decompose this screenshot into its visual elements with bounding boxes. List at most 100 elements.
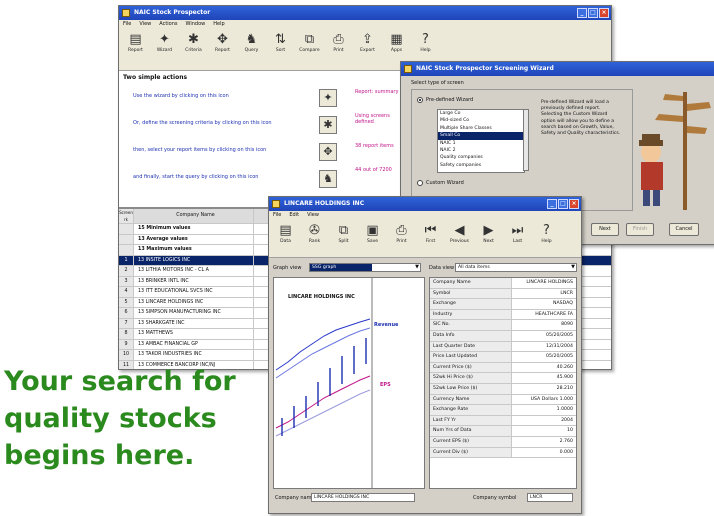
toolbar-button-query[interactable]: ♞ Query [238, 29, 265, 70]
company-menu-edit[interactable]: Edit [289, 211, 299, 220]
company-maximize-button[interactable]: □ [558, 199, 568, 209]
screen-list-item[interactable]: NAIC 2 [438, 147, 524, 154]
data-field-row[interactable]: Current EPS ($) 2.760 [430, 436, 576, 448]
screen-list-item[interactable]: NAIC 1 [438, 140, 524, 147]
header-screen-rank[interactable]: Screen rk [119, 209, 134, 223]
data-field-row[interactable]: Data Info 05/20/2005 [430, 330, 576, 342]
graph-view-select[interactable]: SSG graph ▼ [309, 263, 421, 272]
data-view-select[interactable]: All data items ▼ [455, 263, 577, 272]
radio-predefined[interactable]: Pre-defined Wizard [417, 97, 473, 103]
chevron-down-icon: ▼ [571, 264, 575, 270]
data-field-value: USA Dollars 1.000 [512, 394, 576, 405]
toolbar-button-split[interactable]: ⧉ Split [330, 220, 357, 257]
data-field-row[interactable]: 52wk Hi Price ($) 45.900 [430, 373, 576, 384]
toolbar-button-rank[interactable]: ✇ Rank [301, 220, 328, 257]
toolbar-button-wizard[interactable]: ✦ Wizard [151, 29, 178, 70]
toolbar-button-label: Save [366, 239, 379, 244]
toolbar-button-report[interactable]: ✥ Report [209, 29, 236, 70]
company-menubar: File Edit View [269, 211, 581, 220]
radio-custom[interactable]: Custom Wizard [417, 180, 464, 186]
print-icon: ⎙ [396, 223, 407, 238]
step-icon-button[interactable]: ✥ [319, 143, 337, 161]
screen-list-scrollbar[interactable] [523, 109, 529, 171]
screen-list-item[interactable]: Multiple Share Classes [438, 125, 524, 132]
company-name-field[interactable]: LINCARE HOLDINGS INC [311, 493, 415, 502]
menu-actions[interactable]: Actions [159, 20, 177, 29]
toolbar-button-data[interactable]: ▤ Data [272, 220, 299, 257]
data-field-row[interactable]: Last FY Yr 2004 [430, 415, 576, 427]
toolbar-button-help[interactable]: ? Help [533, 220, 560, 257]
close-button[interactable]: × [599, 8, 609, 18]
data-field-row[interactable]: Price Last Updated 05/20/2005 [430, 352, 576, 363]
data-field-row[interactable]: Company Name LINCARE HOLDINGS [430, 278, 576, 289]
header-company-name[interactable]: Company Name [134, 209, 254, 223]
wizard-finish-button[interactable]: Finish [626, 223, 654, 236]
company-menu-view[interactable]: View [307, 211, 319, 220]
toolbar-button-criteria[interactable]: ✱ Criteria [180, 29, 207, 70]
company-titlebar[interactable]: LINCARE HOLDINGS INC _ □ × [269, 197, 581, 211]
wizard-titlebar[interactable]: NAIC Stock Prospector Screening Wizard [401, 62, 714, 76]
data-field-row[interactable]: Industry HEALTHCARE FA [430, 309, 576, 321]
data-field-label: Num Yrs of Data [430, 426, 512, 436]
screen-list-item[interactable]: Large Co [438, 110, 524, 117]
toolbar-button-print[interactable]: ⎙ Print [325, 29, 352, 70]
data-field-row[interactable]: Current Div ($) 0.000 [430, 447, 576, 459]
maximize-button[interactable]: □ [588, 8, 598, 18]
toolbar-button-save[interactable]: ▣ Save [359, 220, 386, 257]
data-field-row[interactable]: Exchange Rate 1.0000 [430, 405, 576, 416]
criteria-icon: ✱ [323, 118, 333, 131]
sort-icon: ⇅ [275, 32, 286, 47]
data-field-row[interactable]: Symbol LNCR [430, 288, 576, 300]
toolbar-button-print[interactable]: ⎙ Print [388, 220, 415, 257]
data-field-row[interactable]: Last Quarter Date 12/31/2004 [430, 341, 576, 353]
row-company-name: 13 MATTHEWS [134, 329, 254, 339]
toolbar-button-label: Wizard [156, 48, 173, 53]
data-field-row[interactable]: SIC No. 8090 [430, 320, 576, 331]
data-field-label: Industry [430, 309, 512, 320]
main-window-titlebar[interactable]: NAIC Stock Prospector _ □ × [119, 6, 611, 20]
step-icon-button[interactable]: ✦ [319, 89, 337, 107]
data-field-row[interactable]: Current Price ($) 40.260 [430, 362, 576, 374]
wizard-cancel-button[interactable]: Cancel [669, 223, 699, 236]
toolbar-button-previous[interactable]: ◀ Previous [446, 220, 473, 257]
toolbar-button-last[interactable]: ⏭ Last [504, 220, 531, 257]
screen-list-item[interactable]: Safety companies [438, 162, 524, 169]
data-field-row[interactable]: Num Yrs of Data 10 [430, 426, 576, 437]
symbol-field[interactable]: LNCR [527, 493, 573, 502]
toolbar-button-sort[interactable]: ⇅ Sort [267, 29, 294, 70]
wizard-icon: ✦ [159, 32, 170, 47]
screen-list-item[interactable]: Quality companies [438, 154, 524, 161]
company-menu-file[interactable]: File [273, 211, 281, 220]
data-field-row[interactable]: 52wk Low Price ($) 28.210 [430, 383, 576, 395]
data-field-row[interactable]: Exchange NASDAQ [430, 299, 576, 310]
toolbar-button-first[interactable]: ⏮ First [417, 220, 444, 257]
menu-view[interactable]: View [139, 20, 151, 29]
note-screens: Using screens defined [355, 113, 390, 125]
screen-list-item[interactable]: Small Co [438, 132, 524, 140]
screen-list[interactable]: Large Co Mid-sized Co Multiple Share Class… [437, 109, 525, 173]
wizard-app-icon [404, 65, 412, 73]
menu-window[interactable]: Window [186, 20, 206, 29]
wizard-next-button[interactable]: Next [591, 223, 619, 236]
company-minimize-button[interactable]: _ [547, 199, 557, 209]
criteria-icon: ✱ [188, 32, 199, 47]
company-close-button[interactable]: × [569, 199, 579, 209]
toolbar-button-report[interactable]: ▤ Report [122, 29, 149, 70]
screen-list-item[interactable]: Mid-sized Co [438, 117, 524, 124]
step-icon-button[interactable]: ♞ [319, 170, 337, 188]
company-window-controls: _ □ × [547, 199, 579, 209]
step-icon-button[interactable]: ✱ [319, 116, 337, 134]
toolbar-button-export[interactable]: ⇪ Export [354, 29, 381, 70]
data-field-row[interactable]: Currency Name USA Dollars 1.000 [430, 394, 576, 406]
menu-file[interactable]: File [123, 20, 131, 29]
query-icon: ♞ [323, 172, 333, 185]
toolbar-button-compare[interactable]: ⧉ Compare [296, 29, 323, 70]
toolbar-button-next[interactable]: ▶ Next [475, 220, 502, 257]
minimize-button[interactable]: _ [577, 8, 587, 18]
eps-label: EPS [380, 382, 391, 388]
data-field-label: Current Div ($) [430, 447, 512, 458]
row-rank: 5 [119, 297, 134, 307]
menu-help[interactable]: Help [213, 20, 224, 29]
data-field-value: 05/20/2005 [512, 352, 576, 362]
last-icon: ⏭ [511, 223, 524, 238]
